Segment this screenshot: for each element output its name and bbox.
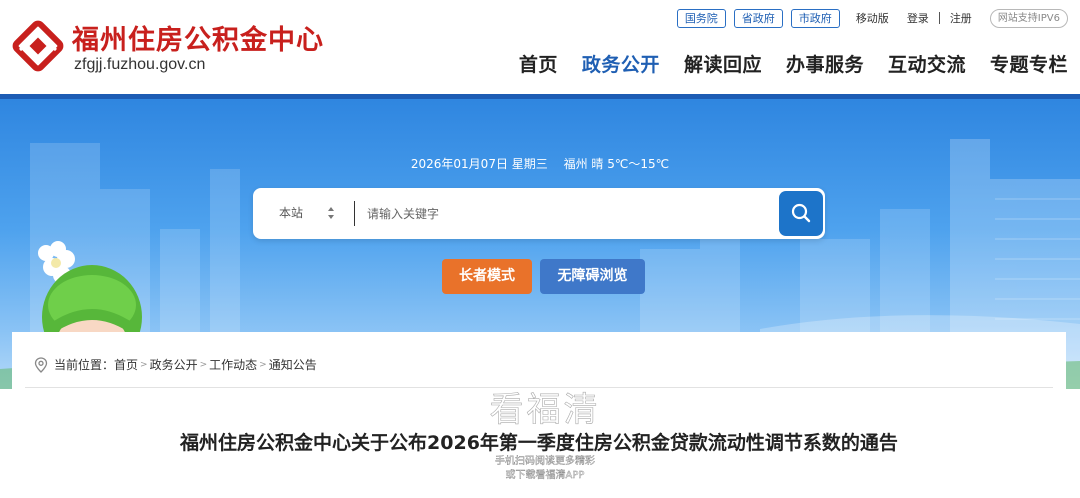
mobile-version-link[interactable]: 移动版 bbox=[856, 10, 889, 26]
site-domain: zfgjj.fuzhou.gov.cn bbox=[74, 56, 206, 73]
nav-item-services[interactable]: 办事服务 bbox=[786, 50, 864, 77]
updown-arrow-icon[interactable] bbox=[327, 206, 335, 220]
breadcrumb-item-home[interactable]: 首页 bbox=[114, 356, 138, 373]
weather-info: 福州 晴 5℃～15℃ bbox=[563, 157, 670, 171]
link-divider bbox=[938, 12, 940, 24]
main-nav: 首页 政务公开 解读回应 办事服务 互动交流 专题专栏 bbox=[519, 50, 1068, 77]
accessibility-button[interactable]: 无障碍浏览 bbox=[540, 259, 645, 294]
current-date: 2026年01月07日 星期三 bbox=[410, 157, 548, 171]
page: 福州住房公积金中心 zfgjj.fuzhou.gov.cn 国务院 省政府 市政… bbox=[0, 0, 1080, 498]
nav-item-interaction[interactable]: 互动交流 bbox=[888, 50, 966, 77]
location-pin-icon bbox=[34, 356, 48, 373]
content-card: 当前位置： 首页 > 政务公开 > 工作动态 > 通知公告 福州住房公积金中心关… bbox=[12, 332, 1066, 498]
breadcrumb-separator: > bbox=[259, 359, 267, 370]
state-council-link[interactable]: 国务院 bbox=[676, 8, 726, 28]
city-gov-link[interactable]: 市政府 bbox=[790, 8, 840, 28]
breadcrumb-prefix: 当前位置： bbox=[54, 358, 115, 372]
breadcrumb-item-gov-affairs[interactable]: 政务公开 bbox=[150, 356, 198, 373]
search-icon bbox=[791, 203, 811, 223]
site-header: 福州住房公积金中心 zfgjj.fuzhou.gov.cn 国务院 省政府 市政… bbox=[0, 0, 1080, 94]
nav-item-interpretation[interactable]: 解读回应 bbox=[684, 50, 762, 77]
nav-item-gov-affairs[interactable]: 政务公开 bbox=[582, 50, 660, 77]
logo-icon[interactable] bbox=[12, 20, 64, 72]
nav-item-topics[interactable]: 专题专栏 bbox=[990, 50, 1068, 77]
elder-mode-button[interactable]: 长者模式 bbox=[442, 259, 532, 294]
breadcrumb: 当前位置： 首页 > 政务公开 > 工作动态 > 通知公告 bbox=[34, 356, 317, 373]
search-input[interactable] bbox=[367, 200, 767, 227]
top-links: 国务院 省政府 市政府 移动版 登录 注册 网站支持IPV6 bbox=[676, 8, 1068, 28]
search-button[interactable] bbox=[779, 191, 823, 236]
article-title: 福州住房公积金中心关于公布2026年第一季度住房公积金贷款流动性调节系数的通告 bbox=[180, 432, 898, 454]
search-divider bbox=[354, 201, 355, 226]
login-link[interactable]: 登录 bbox=[907, 10, 929, 26]
ipv6-badge: 网站支持IPV6 bbox=[989, 8, 1068, 28]
nav-item-home[interactable]: 首页 bbox=[519, 50, 558, 77]
provincial-gov-link[interactable]: 省政府 bbox=[733, 8, 783, 28]
breadcrumb-separator: > bbox=[199, 359, 208, 370]
breadcrumb-item-work-news[interactable]: 工作动态 bbox=[209, 356, 257, 373]
breadcrumb-item-notices[interactable]: 通知公告 bbox=[269, 356, 317, 373]
register-link[interactable]: 注册 bbox=[950, 10, 972, 26]
site-title[interactable]: 福州住房公积金中心 bbox=[72, 18, 324, 57]
search-scope-select[interactable]: 本站 bbox=[279, 204, 303, 221]
search-box: 本站 bbox=[253, 188, 825, 239]
breadcrumb-divider bbox=[25, 387, 1053, 388]
breadcrumb-separator: > bbox=[140, 359, 148, 370]
date-weather: 2026年01月07日 星期三 福州 晴 5℃～15℃ bbox=[0, 155, 1080, 172]
